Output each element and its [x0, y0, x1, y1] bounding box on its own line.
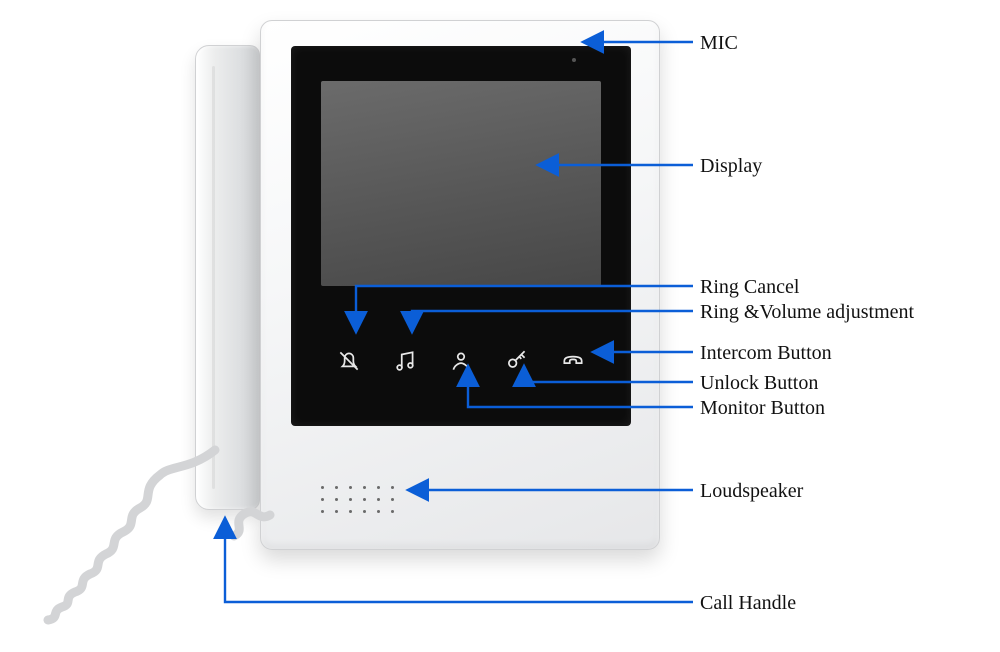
- mic-hole: [572, 58, 576, 62]
- label-ring-volume: Ring &Volume adjustment: [700, 301, 914, 324]
- music-note-icon: [390, 346, 420, 376]
- button-row: [291, 346, 631, 386]
- label-unlock: Unlock Button: [700, 372, 818, 395]
- monitor-icon: [446, 346, 476, 376]
- loudspeaker-grill: [321, 481, 401, 521]
- label-monitor: Monitor Button: [700, 397, 825, 420]
- label-mic: MIC: [700, 32, 738, 55]
- device-bezel: [291, 46, 631, 426]
- call-handset: [195, 45, 260, 510]
- label-call-handle: Call Handle: [700, 592, 796, 615]
- label-loudspeaker: Loudspeaker: [700, 480, 803, 503]
- label-display: Display: [700, 155, 762, 178]
- label-ring-cancel: Ring Cancel: [700, 276, 799, 299]
- diagram-stage: MIC Display Ring Cancel Ring &Volume adj…: [0, 0, 1000, 652]
- key-icon: [502, 346, 532, 376]
- display-screen: [321, 81, 601, 286]
- intercom-device-body: [260, 20, 660, 550]
- ring-cancel-icon: [334, 346, 364, 376]
- label-intercom: Intercom Button: [700, 342, 832, 365]
- phone-icon: [558, 346, 588, 376]
